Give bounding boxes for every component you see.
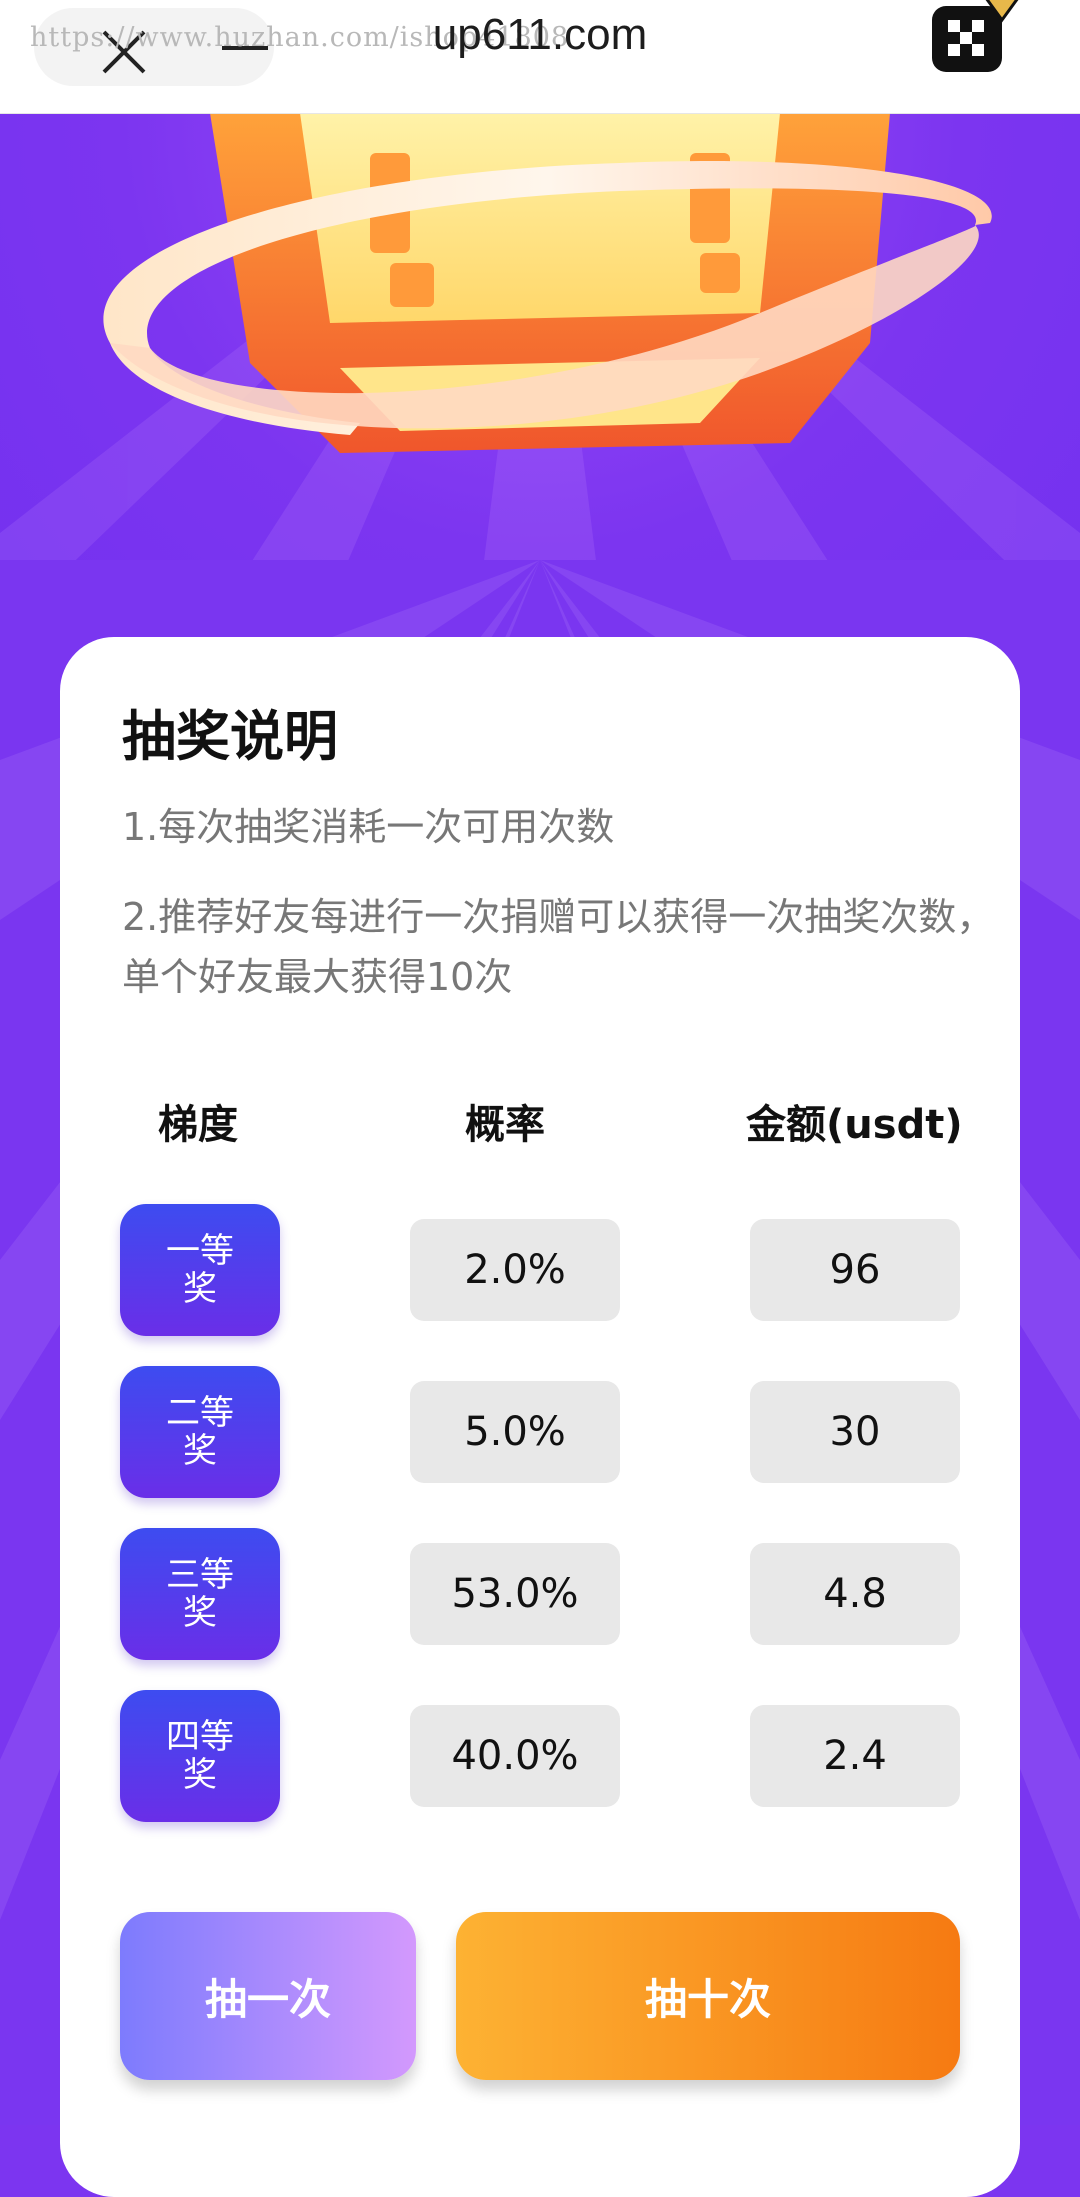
tier-badge-third: 三等奖 bbox=[120, 1528, 280, 1660]
column-header-amount: 金额(usdt) bbox=[746, 1102, 963, 1148]
column-header-tier: 梯度 bbox=[158, 1102, 238, 1148]
probability-cell: 40.0% bbox=[410, 1705, 620, 1807]
draw-ten-button[interactable]: 抽十次 bbox=[456, 1912, 960, 2080]
card-title: 抽奖说明 bbox=[122, 705, 338, 768]
column-header-probability: 概率 bbox=[465, 1102, 545, 1148]
tier-badge-fourth: 四等奖 bbox=[120, 1690, 280, 1822]
site-title: up611.com bbox=[432, 10, 648, 59]
draw-once-button[interactable]: 抽一次 bbox=[120, 1912, 416, 2080]
rule-1: 1.每次抽奖消耗一次可用次数 bbox=[122, 805, 615, 849]
amount-cell: 30 bbox=[750, 1381, 960, 1483]
amount-cell: 96 bbox=[750, 1219, 960, 1321]
probability-cell: 53.0% bbox=[410, 1543, 620, 1645]
tier-badge-second: 二等奖 bbox=[120, 1366, 280, 1498]
amount-cell: 2.4 bbox=[750, 1705, 960, 1807]
rule-2: 2.推荐好友每进行一次捐赠可以获得一次抽奖次数，单个好友最大获得10次 bbox=[122, 895, 995, 999]
amount-cell: 4.8 bbox=[750, 1543, 960, 1645]
tier-badge-first: 一等奖 bbox=[120, 1204, 280, 1336]
probability-cell: 5.0% bbox=[410, 1381, 620, 1483]
probability-cell: 2.0% bbox=[410, 1219, 620, 1321]
browser-top-bar: https://www.huzhan.com/ishop41808 up611.… bbox=[0, 0, 1080, 114]
badge-icon bbox=[985, 0, 1019, 23]
lottery-info-card: 抽奖说明 1.每次抽奖消耗一次可用次数 2.推荐好友每进行一次捐赠可以获得一次抽… bbox=[60, 637, 1020, 2197]
